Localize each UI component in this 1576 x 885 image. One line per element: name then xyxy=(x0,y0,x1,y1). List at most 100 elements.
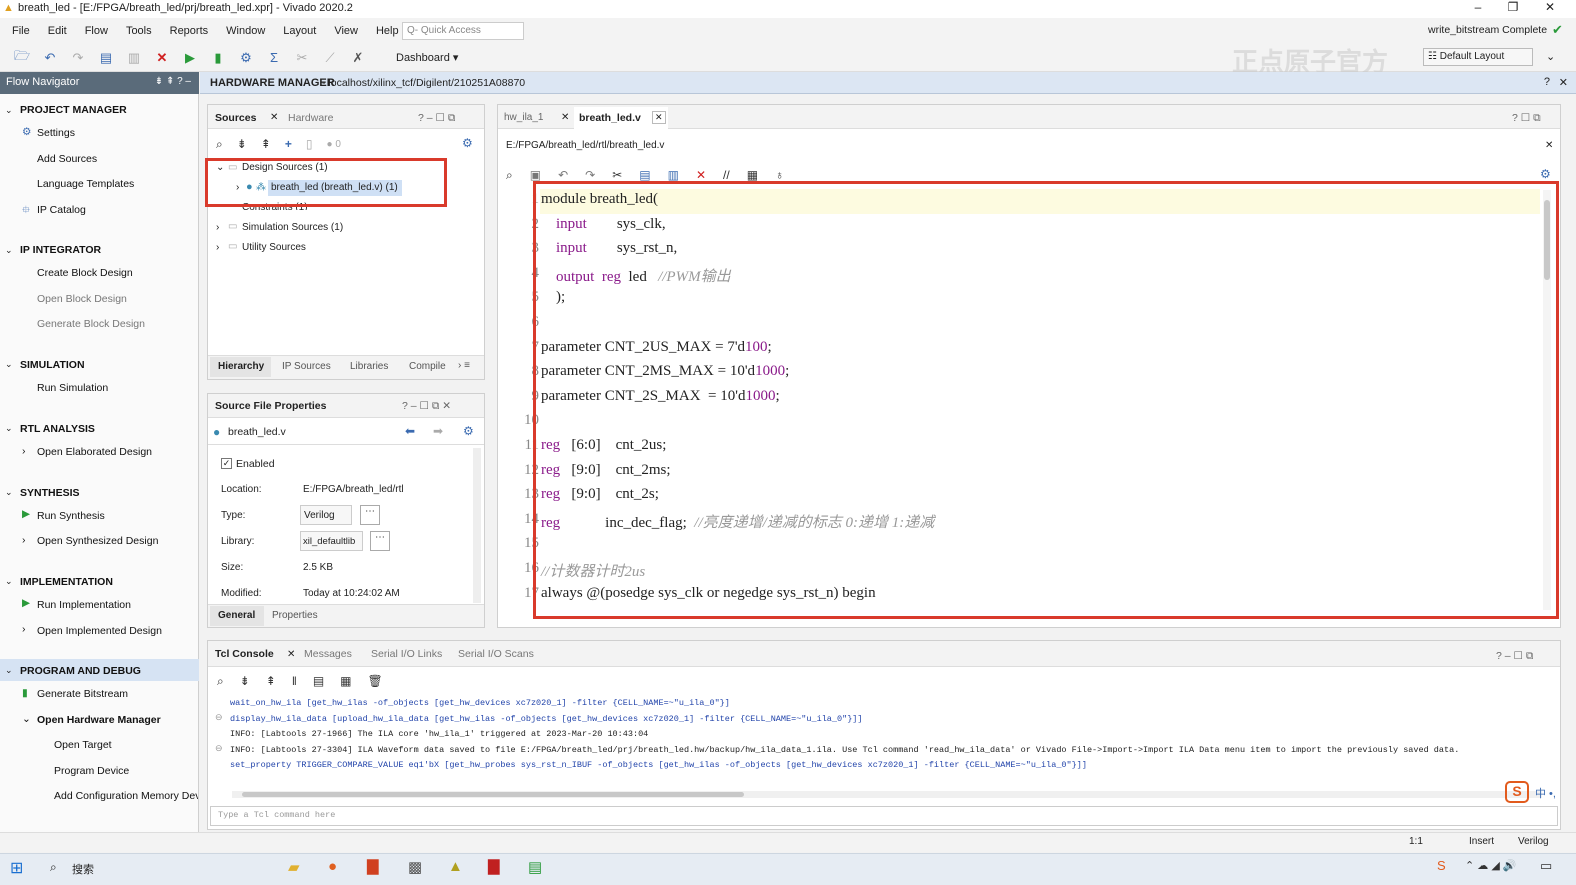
tab-hardware[interactable]: Hardware xyxy=(288,112,334,124)
tab-serial-io-scans[interactable]: Serial I/O Scans xyxy=(458,648,534,660)
flow-item-ip-catalog[interactable]: IP Catalog xyxy=(37,204,86,216)
section-program-and-debug[interactable]: PROGRAM AND DEBUG xyxy=(20,665,141,677)
powerpoint-icon[interactable]: ▇ xyxy=(367,857,379,875)
cut-icon[interactable]: ✂ xyxy=(612,168,622,182)
chevron-right-icon[interactable]: › xyxy=(216,222,219,233)
library-browse-button[interactable]: ⋯ xyxy=(370,531,390,551)
paste-icon[interactable]: ▥ xyxy=(668,168,679,182)
search-icon[interactable]: ⌕ xyxy=(506,168,513,183)
minimize-icon[interactable]: – xyxy=(1463,0,1493,14)
close-icon[interactable]: ✕ xyxy=(1535,0,1565,14)
collapse-all-icon[interactable]: ⇟ xyxy=(240,674,250,688)
close-icon[interactable]: ✕ xyxy=(652,111,666,124)
paste-icon[interactable]: ▥ xyxy=(124,48,144,68)
copy-icon[interactable]: ▤ xyxy=(96,48,116,68)
back-arrow-icon[interactable]: ⬅ xyxy=(405,424,415,438)
tab-scroll-icon[interactable]: › ≡ xyxy=(458,360,470,371)
flow-item-generate-bitstream[interactable]: Generate Bitstream xyxy=(37,688,128,700)
search-icon[interactable]: ⌕ xyxy=(216,137,223,152)
flow-item-open-elaborated-design[interactable]: Open Elaborated Design xyxy=(37,446,152,458)
flow-item-add-sources[interactable]: Add Sources xyxy=(37,153,97,165)
menu-view[interactable]: View xyxy=(334,25,358,37)
tree-simulation-sources[interactable]: Simulation Sources (1) xyxy=(242,222,343,233)
chevron-down-icon[interactable]: ⌄ xyxy=(5,487,13,498)
section-synthesis[interactable]: SYNTHESIS xyxy=(20,487,80,499)
tab-tcl-console[interactable]: Tcl Console xyxy=(215,648,274,660)
pane-controls-icon[interactable]: ? – ☐ ⧉ ✕ xyxy=(402,400,451,413)
fold-icon[interactable]: ⊖ xyxy=(215,712,223,723)
tab-compile[interactable]: Compile xyxy=(409,361,446,372)
debug-icon[interactable]: ✂ xyxy=(292,48,312,68)
flow-item-add-config-memory[interactable]: Add Configuration Memory Devi xyxy=(54,790,198,802)
flow-item-open-target[interactable]: Open Target xyxy=(54,739,112,751)
tab-sources[interactable]: Sources xyxy=(215,112,256,124)
columns-icon[interactable]: ▦ xyxy=(747,168,758,182)
tab-hw-ila-1[interactable]: hw_ila_1 xyxy=(504,112,543,123)
chevron-right-icon[interactable]: › xyxy=(22,623,26,635)
section-rtl-analysis[interactable]: RTL ANALYSIS xyxy=(20,423,95,435)
notification-icon[interactable]: ▭ xyxy=(1540,858,1552,874)
gear-icon[interactable]: ⚙ xyxy=(462,136,473,150)
chevron-right-icon[interactable]: › xyxy=(22,445,26,457)
menu-file[interactable]: File xyxy=(12,25,30,37)
flow-item-create-block-design[interactable]: Create Block Design xyxy=(37,267,133,279)
menu-edit[interactable]: Edit xyxy=(48,25,67,37)
redo-icon[interactable]: ↷ xyxy=(585,168,595,182)
collapse-all-icon[interactable]: ⇟ xyxy=(237,137,247,151)
section-implementation[interactable]: IMPLEMENTATION xyxy=(20,576,113,588)
dashboard-button[interactable]: Dashboard ▾ xyxy=(396,51,458,64)
pdf-icon[interactable]: ▇ xyxy=(488,857,500,875)
expand-all-icon[interactable]: ⇞ xyxy=(261,137,271,151)
close-icon[interactable]: ✕ xyxy=(1545,140,1553,151)
chevron-down-icon[interactable]: ⌄ xyxy=(5,423,13,434)
flow-item-language-templates[interactable]: Language Templates xyxy=(37,178,134,190)
open-project-icon[interactable]: 🗁 xyxy=(12,48,32,68)
app-icon[interactable]: ▩ xyxy=(408,858,422,876)
wand-icon[interactable]: ⟋ xyxy=(320,48,340,68)
tcl-command-input[interactable] xyxy=(210,806,1558,826)
menu-flow[interactable]: Flow xyxy=(85,25,108,37)
chevron-down-icon[interactable]: ⌄ xyxy=(5,359,13,370)
flow-item-open-synthesized-design[interactable]: Open Synthesized Design xyxy=(37,535,158,547)
chevron-right-icon[interactable]: › xyxy=(22,534,26,546)
tab-properties[interactable]: Properties xyxy=(272,610,318,621)
menu-help[interactable]: Help xyxy=(376,25,399,37)
add-icon[interactable]: + xyxy=(285,137,292,151)
type-browse-button[interactable]: ⋯ xyxy=(360,505,380,525)
file-explorer-icon[interactable]: ▰ xyxy=(288,858,300,876)
chevron-right-icon[interactable]: › xyxy=(216,242,219,253)
properties-scrollbar[interactable] xyxy=(473,448,481,603)
tab-hierarchy[interactable]: Hierarchy xyxy=(218,361,264,372)
table-icon[interactable]: ▦ xyxy=(340,674,351,688)
close-icon[interactable]: ✕ xyxy=(1559,76,1568,89)
tab-serial-io-links[interactable]: Serial I/O Links xyxy=(371,648,442,660)
copy-icon[interactable]: ▤ xyxy=(639,168,650,182)
section-ip-integrator[interactable]: IP INTEGRATOR xyxy=(20,244,101,256)
chevron-down-icon[interactable]: ⌄ xyxy=(5,245,13,256)
layout-selector[interactable]: ☷ Default Layout xyxy=(1423,48,1533,66)
sigma-icon[interactable]: Σ xyxy=(264,48,284,68)
flow-item-generate-block-design[interactable]: Generate Block Design xyxy=(37,318,145,330)
tab-general[interactable]: General xyxy=(218,610,255,621)
menu-reports[interactable]: Reports xyxy=(170,25,209,37)
flow-item-run-simulation[interactable]: Run Simulation xyxy=(37,382,108,394)
fold-icon[interactable]: ⊖ xyxy=(215,743,223,754)
layout-chevron-icon[interactable]: ⌄ xyxy=(1546,50,1555,63)
gear-icon[interactable]: ⚙ xyxy=(463,424,474,438)
flow-item-program-device[interactable]: Program Device xyxy=(54,765,129,777)
undo-icon[interactable]: ↶ xyxy=(558,168,568,182)
windows-start-icon[interactable]: ⊞ xyxy=(10,858,23,878)
chevron-down-icon[interactable]: ⌄ xyxy=(5,665,13,676)
tab-breath-led-v[interactable]: breath_led.v xyxy=(579,112,641,124)
flow-item-run-implementation[interactable]: Run Implementation xyxy=(37,599,131,611)
comment-icon[interactable]: // xyxy=(723,168,730,182)
run-icon[interactable]: ▶ xyxy=(180,48,200,68)
notepad-icon[interactable]: ▤ xyxy=(528,858,542,876)
search-icon[interactable]: ⌕ xyxy=(50,860,57,875)
pane-controls-icon[interactable]: ? – ☐ ⧉ xyxy=(1496,650,1533,663)
lightbulb-icon[interactable]: ♁ xyxy=(775,168,784,182)
menu-layout[interactable]: Layout xyxy=(283,25,316,37)
expand-all-icon[interactable]: ⇞ xyxy=(266,674,276,688)
quick-access-input[interactable]: Q- Quick Access xyxy=(402,22,524,40)
trash-icon[interactable]: 🗑 xyxy=(368,674,383,688)
